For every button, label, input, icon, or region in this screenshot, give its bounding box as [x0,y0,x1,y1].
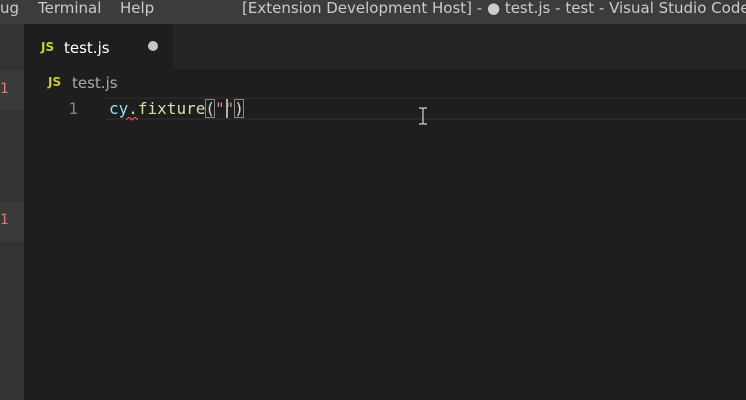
tab-test-js[interactable]: JS test.js [24,24,173,69]
menu-item-debug[interactable]: ug [0,0,19,17]
activity-badge: 1 [0,212,9,228]
js-file-icon: JS [41,40,55,54]
js-file-icon: JS [48,75,62,89]
menu-item-terminal[interactable]: Terminal [38,0,101,17]
text-ibeam-cursor-icon [419,107,427,125]
code-token-function: fixture [137,99,206,118]
menu-item-help[interactable]: Help [120,0,154,17]
error-squiggle-icon [126,117,138,121]
activity-badge: 1 [0,81,9,97]
breadcrumb-item-file[interactable]: test.js [72,74,118,92]
code-token-object: cy [109,99,129,118]
text-caret [226,99,228,118]
activity-item-problems-2[interactable]: 1 [0,202,24,241]
code-token-string-open: " [214,99,225,118]
activity-bar: 1 1 [0,24,24,400]
code-line[interactable]: cy.fixture("") [109,99,244,118]
editor-area[interactable]: 1 cy.fixture("") [24,97,746,400]
unsaved-dot-icon[interactable] [148,41,158,51]
code-token-dot: . [128,99,138,118]
tab-label: test.js [64,39,110,57]
line-number: 1 [68,99,78,118]
code-token-close-paren: ) [234,99,244,118]
window-title: [Extension Development Host] - ● test.js… [242,0,746,17]
title-bar: ug Terminal Help [Extension Development … [0,0,746,24]
code-token-open-paren: ( [205,99,215,118]
activity-item-problems[interactable]: 1 [0,71,24,110]
breadcrumb: JS test.js [24,69,746,97]
editor-tabs-bar: JS test.js [24,24,746,69]
